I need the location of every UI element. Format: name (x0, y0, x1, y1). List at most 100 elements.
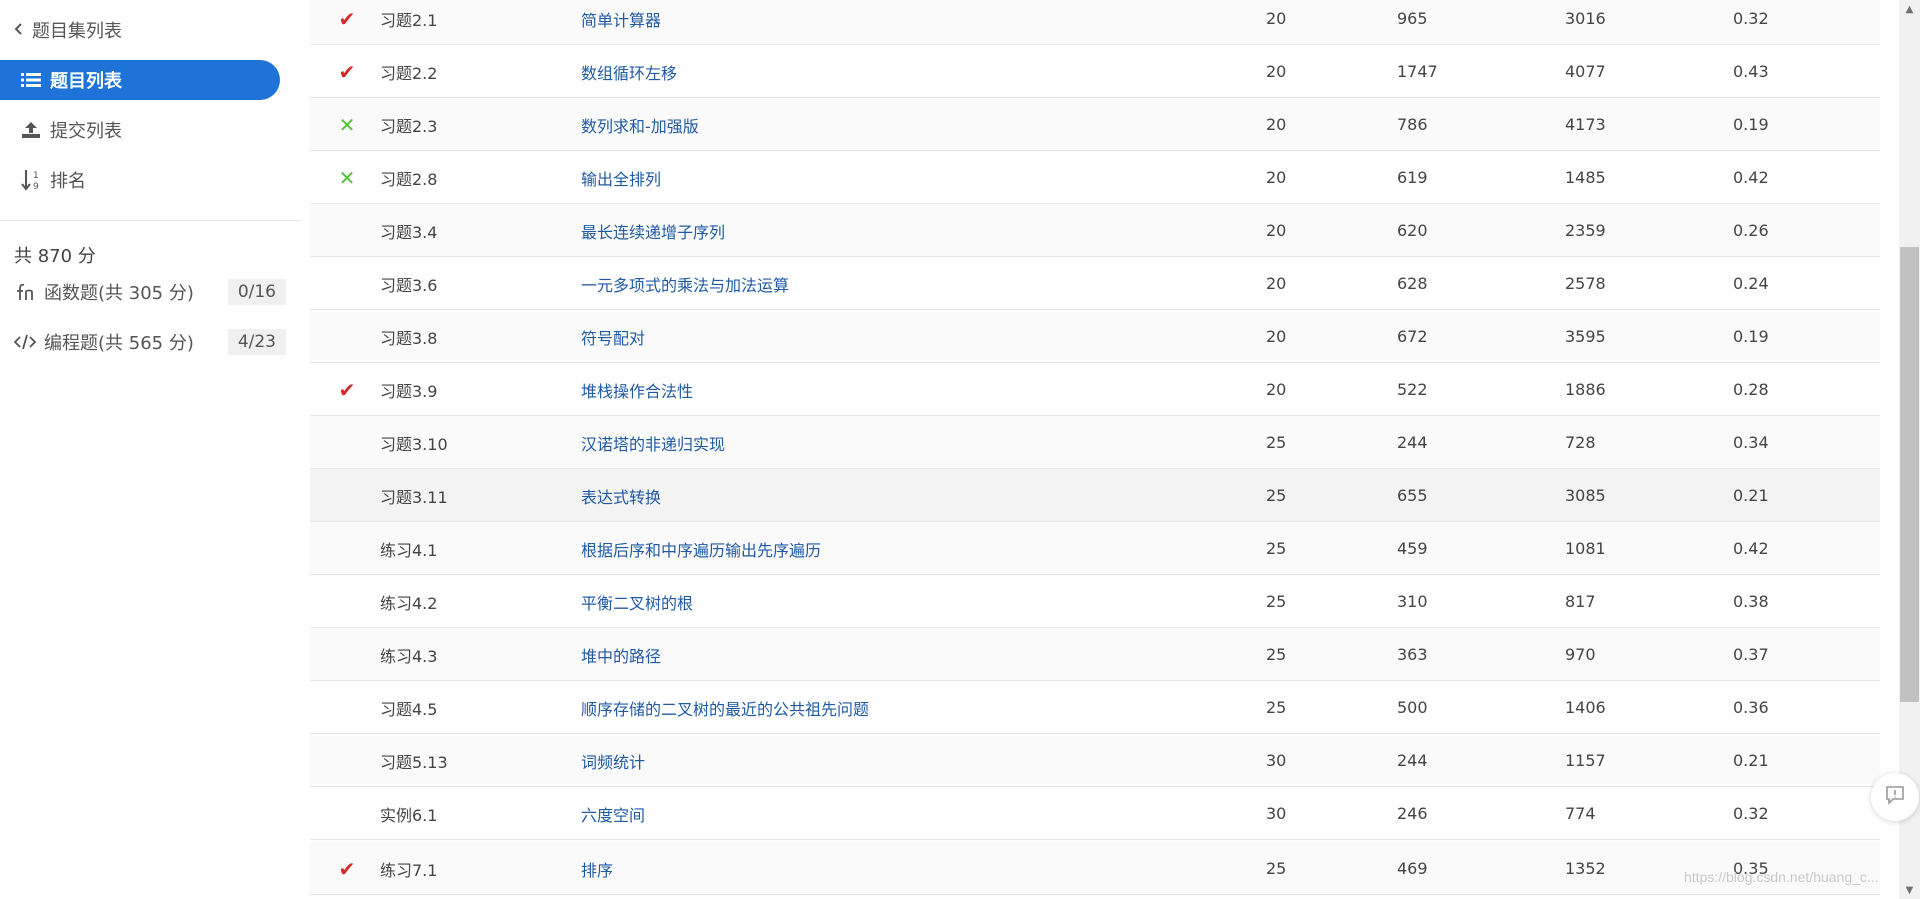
submission-count: 1886 (1565, 380, 1606, 399)
status-cross-icon: ✕ (338, 165, 356, 190)
table-row[interactable]: 习题3.8 符号配对 20 672 3595 0.19 (310, 310, 1880, 363)
pass-rate: 0.21 (1733, 751, 1769, 770)
table-row[interactable]: 练习4.1 根据后序和中序遍历输出先序遍历 25 459 1081 0.42 (310, 522, 1880, 575)
table-row[interactable]: ✔ 习题3.9 堆栈操作合法性 20 522 1886 0.28 (310, 363, 1880, 416)
problem-title-link[interactable]: 排序 (581, 842, 613, 895)
pass-rate: 0.26 (1733, 221, 1769, 240)
problem-title-link[interactable]: 数组循环左移 (581, 45, 677, 98)
table-row[interactable]: ✔ 练习7.1 排序 25 469 1352 0.35 (310, 842, 1880, 895)
pass-rate: 0.19 (1733, 115, 1769, 134)
nav-item-submissions[interactable]: 提交列表 (0, 110, 280, 150)
scroll-down-arrow-icon[interactable]: ▼ (1899, 881, 1920, 899)
sidebar: 题目集列表 题目列表 提交列表 1 9 排名 共 870 分 函数题(共 305… (0, 0, 300, 899)
table-row[interactable]: 习题3.11 表达式转换 25 655 3085 0.21 (310, 469, 1880, 522)
pass-rate: 0.34 (1733, 433, 1769, 452)
status-check-icon: ✔ (338, 59, 356, 84)
problem-title-link[interactable]: 六度空间 (581, 787, 645, 840)
nav-item-problem-list[interactable]: 题目列表 (0, 60, 280, 100)
pass-rate: 0.32 (1733, 9, 1769, 28)
pass-rate: 0.42 (1733, 168, 1769, 187)
accepted-count: 672 (1397, 327, 1428, 346)
vertical-scrollbar[interactable]: ▲ ▼ (1899, 0, 1920, 899)
category-function-problems[interactable]: 函数题(共 305 分) 0/16 (14, 277, 286, 307)
problem-label: 练习4.1 (380, 540, 438, 560)
status-check-icon: ✔ (338, 6, 356, 31)
table-row[interactable]: 练习4.3 堆中的路径 25 363 970 0.37 (310, 628, 1880, 681)
submission-count: 774 (1565, 804, 1596, 823)
table-row[interactable]: 实例6.1 六度空间 30 246 774 0.32 (310, 787, 1880, 840)
problem-label: 实例6.1 (380, 805, 438, 825)
problem-title-link[interactable]: 表达式转换 (581, 469, 661, 522)
nav-item-ranking[interactable]: 1 9 排名 (0, 160, 280, 200)
problem-label: 练习7.1 (380, 860, 438, 880)
submission-count: 2359 (1565, 221, 1606, 240)
problem-label: 练习4.3 (380, 646, 438, 666)
problem-title-link[interactable]: 堆栈操作合法性 (581, 363, 693, 416)
accepted-count: 786 (1397, 115, 1428, 134)
problem-score: 25 (1266, 539, 1287, 558)
status-cross-icon: ✕ (338, 112, 356, 137)
problem-title-link[interactable]: 简单计算器 (581, 0, 661, 45)
problem-title-link[interactable]: 词频统计 (581, 734, 645, 787)
problem-title-link[interactable]: 汉诺塔的非递归实现 (581, 416, 725, 469)
problem-score: 20 (1266, 221, 1287, 240)
table-row[interactable]: 习题3.4 最长连续递增子序列 20 620 2359 0.26 (310, 204, 1880, 257)
table-row[interactable]: 习题4.5 顺序存储的二叉树的最近的公共祖先问题 25 500 1406 0.3… (310, 681, 1880, 734)
problem-title-link[interactable]: 输出全排列 (581, 151, 661, 204)
submission-count: 728 (1565, 433, 1596, 452)
problem-label: 习题3.9 (380, 381, 438, 401)
pass-rate: 0.32 (1733, 804, 1769, 823)
problem-title-link[interactable]: 最长连续递增子序列 (581, 204, 725, 257)
scroll-up-arrow-icon[interactable]: ▲ (1899, 0, 1920, 18)
table-row[interactable]: 习题3.10 汉诺塔的非递归实现 25 244 728 0.34 (310, 416, 1880, 469)
pass-rate: 0.43 (1733, 62, 1769, 81)
status-empty (332, 575, 362, 628)
scrollbar-thumb[interactable] (1900, 247, 1919, 702)
problem-title-link[interactable]: 一元多项式的乘法与加法运算 (581, 257, 789, 310)
table-row[interactable]: ✕ 习题2.8 输出全排列 20 619 1485 0.42 (310, 151, 1880, 204)
pass-rate: 0.37 (1733, 645, 1769, 664)
table-row[interactable]: ✔ 习题2.1 简单计算器 20 965 3016 0.32 (310, 0, 1880, 45)
status-empty (332, 257, 362, 310)
function-icon (14, 282, 36, 302)
table-row[interactable]: 习题3.6 一元多项式的乘法与加法运算 20 628 2578 0.24 (310, 257, 1880, 310)
accepted-count: 244 (1397, 751, 1428, 770)
problem-score: 25 (1266, 698, 1287, 717)
problem-score: 20 (1266, 327, 1287, 346)
status-check-icon: ✔ (338, 377, 356, 402)
accepted-count: 246 (1397, 804, 1428, 823)
problem-label: 练习4.2 (380, 593, 438, 613)
submission-count: 3085 (1565, 486, 1606, 505)
table-row[interactable]: ✕ 习题2.3 数列求和-加强版 20 786 4173 0.19 (310, 98, 1880, 151)
upload-icon (20, 121, 42, 139)
problem-score: 30 (1266, 751, 1287, 770)
status-check-icon: ✔ (338, 856, 356, 881)
problem-title-link[interactable]: 符号配对 (581, 310, 645, 363)
problem-label: 习题3.11 (380, 487, 448, 507)
problem-title-link[interactable]: 堆中的路径 (581, 628, 661, 681)
problem-title-link[interactable]: 数列求和-加强版 (581, 98, 699, 151)
accepted-count: 965 (1397, 9, 1428, 28)
table-row[interactable]: 练习4.2 平衡二叉树的根 25 310 817 0.38 (310, 575, 1880, 628)
status-empty (332, 681, 362, 734)
problem-title-link[interactable]: 根据后序和中序遍历输出先序遍历 (581, 522, 821, 575)
status-empty (332, 204, 362, 257)
problem-title-link[interactable]: 顺序存储的二叉树的最近的公共祖先问题 (581, 681, 869, 734)
problem-title-link[interactable]: 平衡二叉树的根 (581, 575, 693, 628)
nav-item-label: 排名 (50, 171, 86, 192)
problem-label: 习题3.8 (380, 328, 438, 348)
back-to-problem-sets-link[interactable]: 题目集列表 (14, 18, 122, 42)
category-programming-problems[interactable]: 编程题(共 565 分) 4/23 (14, 327, 286, 357)
accepted-count: 522 (1397, 380, 1428, 399)
table-row[interactable]: 习题5.13 词频统计 30 244 1157 0.21 (310, 734, 1880, 787)
watermark-text: https://blog.csdn.net/huang_c... (1684, 869, 1879, 885)
progress-badge: 0/16 (227, 279, 286, 305)
problem-score: 20 (1266, 62, 1287, 81)
problem-label: 习题4.5 (380, 699, 438, 719)
status-empty (332, 310, 362, 363)
sort-numeric-icon: 1 9 (20, 169, 42, 191)
list-icon (20, 72, 42, 88)
feedback-button[interactable] (1871, 773, 1919, 821)
table-row[interactable]: ✔ 习题2.2 数组循环左移 20 1747 4077 0.43 (310, 45, 1880, 98)
problem-score: 25 (1266, 433, 1287, 452)
